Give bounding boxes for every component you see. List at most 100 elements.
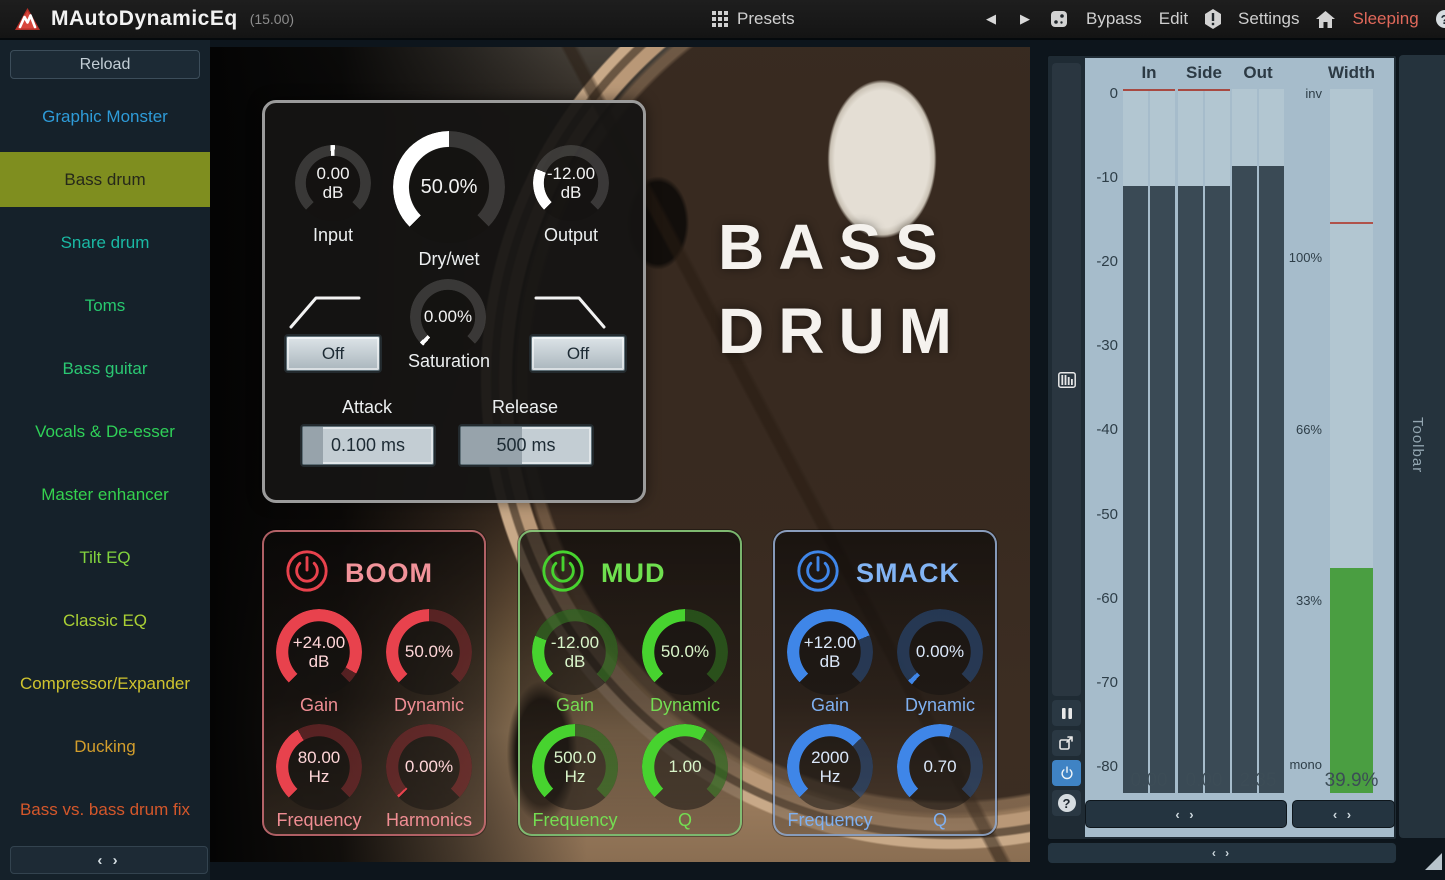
prev-preset-button[interactable]: ◀ (982, 9, 1000, 29)
mud-q-label: Q (678, 810, 692, 831)
meter-scrollbar-right[interactable]: ‹ › (1292, 800, 1395, 828)
release-label: Release (460, 397, 590, 418)
toolbar-strip[interactable]: Toolbar (1399, 55, 1445, 838)
drywet-knob[interactable]: 50.0% (393, 131, 505, 243)
release-value: 500 ms (496, 435, 555, 456)
random-preset-button[interactable] (1050, 10, 1068, 28)
preset-item-master-enhancer[interactable]: Master enhancer (0, 463, 210, 526)
smack-q-knob[interactable]: 0.70 (897, 724, 983, 810)
saturation-knob[interactable]: 0.00% (410, 279, 486, 355)
sidebar-scroller[interactable]: ‹ › (10, 846, 208, 874)
mud-frequency-label: Frequency (532, 810, 617, 831)
titlebar: MAutoDynamicEq (15.00) Presets ◀ ▶ Bypas… (0, 0, 1445, 40)
side-peak-marker (1178, 89, 1230, 91)
preset-item-graphic-monster[interactable]: Graphic Monster (0, 85, 210, 148)
meter-header-in: In (1123, 63, 1175, 83)
analyzer-button[interactable] (1052, 63, 1081, 696)
output-knob-label: Output (533, 225, 609, 246)
meter-header-out: Out (1232, 63, 1284, 83)
meter-scrollbar-left[interactable]: ‹ › (1085, 800, 1287, 828)
preset-item-bass-drum[interactable]: Bass drum (0, 152, 210, 207)
meter-bottom-scrollbar[interactable]: ‹ › (1047, 842, 1397, 864)
attack-label: Attack (302, 397, 432, 418)
meter-group-in (1123, 89, 1175, 793)
edit-button[interactable]: Edit (1159, 9, 1188, 29)
input-knob[interactable]: 0.00dB (295, 145, 371, 221)
preset-item-tilt-eq[interactable]: Tilt EQ (0, 526, 210, 589)
help-icon[interactable]: ? (1436, 10, 1445, 28)
band-panel-mud: MUD -12.00dB Gain 50.0% Dynamic (518, 530, 742, 836)
boom-gain-knob[interactable]: +24.00dB (276, 609, 362, 695)
width-meter-value: 39.9% (1319, 770, 1384, 792)
boom-frequency-label: Frequency (276, 810, 361, 831)
power-icon (1060, 766, 1074, 780)
popup-button[interactable] (1052, 730, 1081, 756)
preset-sidebar: Reload Graphic Monster Bass drum Snare d… (0, 40, 210, 880)
mud-q-knob[interactable]: 1.00 (642, 724, 728, 810)
boom-frequency-knob[interactable]: 80.00Hz (276, 724, 362, 810)
smack-frequency-knob[interactable]: 2000Hz (787, 724, 873, 810)
mud-frequency-knob[interactable]: 500.0Hz (532, 724, 618, 810)
presets-label: Presets (737, 9, 795, 29)
sleeping-button[interactable]: Sleeping (1352, 9, 1418, 29)
attack-slider[interactable]: 0.100 ms (302, 426, 434, 465)
mud-power-button[interactable] (540, 548, 586, 599)
smack-dynamic-label: Dynamic (905, 695, 975, 716)
smack-gain-label: Gain (811, 695, 849, 716)
stage-title-line1: BASS (718, 205, 1028, 289)
meter-group-side (1178, 89, 1230, 793)
band-title-mud: MUD (601, 558, 666, 589)
mud-gain-knob[interactable]: -12.00dB (532, 609, 618, 695)
preset-item-ducking[interactable]: Ducking (0, 715, 210, 778)
boom-dynamic-label: Dynamic (394, 695, 464, 716)
toolbar-label: Toolbar (1409, 417, 1426, 473)
release-slider[interactable]: 500 ms (460, 426, 592, 465)
smack-power-button[interactable] (795, 548, 841, 599)
meter-header-width: Width (1319, 63, 1384, 83)
presets-button[interactable]: Presets (712, 0, 795, 38)
pause-icon (1061, 707, 1073, 720)
side-left-meter-bar (1178, 89, 1203, 793)
drywet-knob-label: Dry/wet (393, 249, 505, 270)
lowpass-toggle[interactable]: Off (531, 336, 625, 371)
band-panel-smack: SMACK +12.00dB Gain 0.00% Dynamic (773, 530, 997, 836)
meter-power-button[interactable] (1052, 760, 1081, 786)
preset-item-bass-vs-bass-drum-fix[interactable]: Bass vs. bass drum fix (0, 778, 210, 841)
settings-button[interactable]: Settings (1238, 9, 1299, 29)
out-meter-value: 2.35 (1232, 770, 1284, 792)
warning-icon[interactable] (1205, 9, 1221, 29)
output-knob[interactable]: -12.00dB (533, 145, 609, 221)
main-controls-panel: 0.00dB Input 50.0% Dry/wet -12.00dB Outp… (262, 100, 646, 503)
attack-slider-fill (303, 427, 323, 464)
smack-dynamic-knob[interactable]: 0.00% (897, 609, 983, 695)
preset-item-snare-drum[interactable]: Snare drum (0, 211, 210, 274)
preset-item-bass-guitar[interactable]: Bass guitar (0, 337, 210, 400)
boom-power-button[interactable] (284, 548, 330, 599)
reload-button[interactable]: Reload (10, 50, 200, 79)
stage-title: BASS DRUM (718, 205, 1028, 374)
meter-display-area: In Side Out Width 0-10 -20-30 -40-50 -60… (1085, 58, 1394, 837)
boom-harmonics-knob[interactable]: 0.00% (386, 724, 472, 810)
in-peak-marker (1123, 89, 1175, 91)
smack-frequency-label: Frequency (787, 810, 872, 831)
meter-help-button[interactable]: ? (1052, 790, 1081, 816)
resize-handle[interactable] (1425, 853, 1442, 870)
home-icon[interactable] (1316, 11, 1335, 28)
band-title-smack: SMACK (856, 558, 960, 589)
smack-gain-knob[interactable]: +12.00dB (787, 609, 873, 695)
preset-item-classic-eq[interactable]: Classic EQ (0, 589, 210, 652)
boom-dynamic-knob[interactable]: 50.0% (386, 609, 472, 695)
highpass-toggle[interactable]: Off (286, 336, 380, 371)
next-preset-button[interactable]: ▶ (1016, 9, 1034, 29)
band-title-boom: BOOM (345, 558, 433, 589)
preset-item-toms[interactable]: Toms (0, 274, 210, 337)
bypass-button[interactable]: Bypass (1086, 9, 1142, 29)
pause-button[interactable] (1052, 700, 1081, 726)
side-right-meter-bar (1205, 89, 1230, 793)
help-icon: ? (1058, 794, 1076, 812)
mud-dynamic-knob[interactable]: 50.0% (642, 609, 728, 695)
mud-dynamic-label: Dynamic (650, 695, 720, 716)
preset-item-vocals-deesser[interactable]: Vocals & De-esser (0, 400, 210, 463)
preset-item-compressor-expander[interactable]: Compressor/Expander (0, 652, 210, 715)
input-knob-label: Input (295, 225, 371, 246)
